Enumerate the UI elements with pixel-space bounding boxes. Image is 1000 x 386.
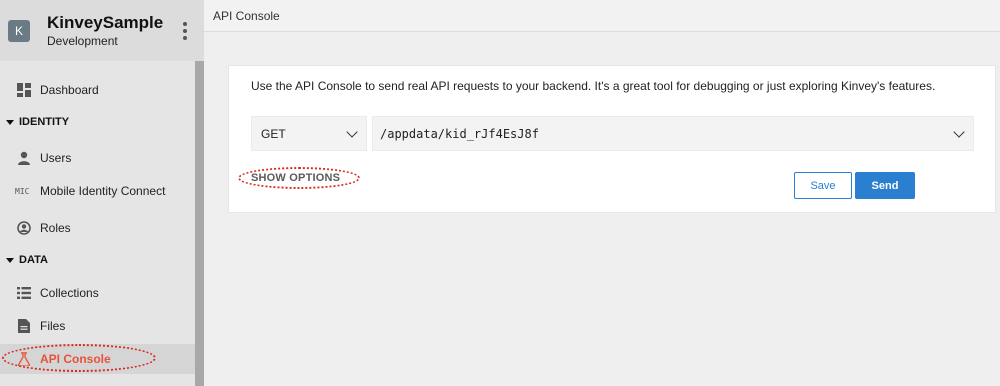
chevron-down-icon <box>953 125 965 138</box>
sidebar: K KinveySample Development Dashboard IDE… <box>0 0 204 386</box>
kebab-menu-icon[interactable] <box>183 22 187 42</box>
save-button[interactable]: Save <box>794 172 852 199</box>
section-label: DATA <box>19 254 48 266</box>
api-console-description: Use the API Console to send real API req… <box>251 79 936 93</box>
sidebar-item-users[interactable]: Users <box>0 143 195 173</box>
user-icon <box>16 150 32 166</box>
sidebar-item-mobile-identity-connect[interactable]: MIC Mobile Identity Connect <box>0 176 195 206</box>
sidebar-item-label: Collections <box>40 286 99 300</box>
page-title: API Console <box>213 9 280 23</box>
sidebar-item-label: Files <box>40 319 66 333</box>
annotation-oval <box>238 167 360 189</box>
sidebar-section-identity[interactable]: IDENTITY <box>6 116 69 128</box>
sidebar-item-label: Users <box>40 151 72 165</box>
sidebar-section-data[interactable]: DATA <box>6 254 48 266</box>
http-method-select[interactable]: GET <box>251 116 367 151</box>
api-console-card: Use the API Console to send real API req… <box>228 65 996 213</box>
caret-down-icon <box>6 257 14 263</box>
chevron-down-icon <box>346 125 358 138</box>
roles-icon <box>16 220 32 236</box>
annotation-oval <box>2 344 156 372</box>
app-name[interactable]: KinveySample <box>47 13 163 33</box>
sidebar-item-label: Mobile Identity Connect <box>40 184 166 198</box>
main-header: API Console <box>204 0 1000 32</box>
sidebar-scrollbar[interactable] <box>195 61 204 386</box>
section-label: IDENTITY <box>19 116 70 128</box>
sidebar-item-label: Roles <box>40 221 71 235</box>
sidebar-item-files[interactable]: Files <box>0 311 195 341</box>
request-url-field[interactable]: /appdata/kid_rJf4EsJ8f <box>372 116 974 151</box>
sidebar-item-roles[interactable]: Roles <box>0 213 195 243</box>
mic-icon: MIC <box>15 186 30 196</box>
app-header: K KinveySample Development <box>0 0 204 61</box>
app-avatar[interactable]: K <box>8 20 30 42</box>
http-method-value: GET <box>261 126 286 141</box>
list-icon <box>16 285 32 301</box>
sidebar-item-label: Dashboard <box>40 83 99 97</box>
request-url-value: /appdata/kid_rJf4EsJ8f <box>380 126 539 141</box>
dashboard-icon <box>16 82 32 98</box>
sidebar-item-dashboard[interactable]: Dashboard <box>0 75 195 105</box>
app-environment[interactable]: Development <box>47 34 118 48</box>
file-icon <box>16 318 32 334</box>
send-button[interactable]: Send <box>855 172 915 199</box>
caret-down-icon <box>6 119 14 125</box>
sidebar-item-collections[interactable]: Collections <box>0 278 195 308</box>
